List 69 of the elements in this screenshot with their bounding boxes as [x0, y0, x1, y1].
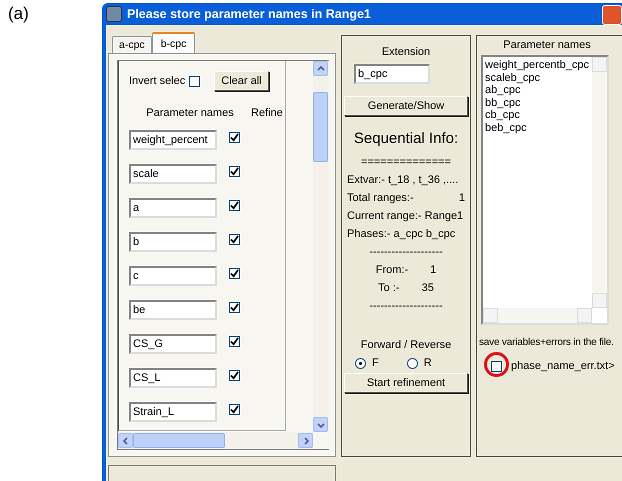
file-name-label: phase_name_err.txt>: [511, 360, 615, 372]
checkbox[interactable]: [229, 234, 240, 244]
separator-text: ==============: [361, 156, 451, 168]
parameter-field[interactable]: scale: [129, 164, 217, 184]
checkbox[interactable]: [491, 360, 502, 372]
horizontal-scrollbar[interactable]: [118, 432, 313, 449]
parameter-field[interactable]: b: [129, 232, 217, 252]
parameter-field[interactable]: be: [129, 300, 217, 320]
extension-field[interactable]: b_cpc: [354, 64, 430, 84]
parameter-field[interactable]: a: [129, 198, 217, 218]
parameter-field[interactable]: CS_G: [129, 334, 217, 354]
info-text: Phases:- a_cpc b_cpc: [347, 228, 456, 240]
vertical-scrollbar[interactable]: [592, 57, 607, 308]
info-text: Extvar:- t_18 , t_36 ,....: [347, 174, 458, 186]
info-label: To :-: [378, 282, 400, 294]
close-button[interactable]: [602, 5, 622, 25]
checkbox[interactable]: [229, 404, 240, 414]
list-item[interactable]: ab_cpc: [485, 84, 590, 96]
parameter-field[interactable]: weight_percent: [129, 130, 217, 150]
info-label: From:-: [376, 264, 408, 276]
figure-label: (a): [8, 4, 29, 24]
scroll-thumb[interactable]: [133, 433, 225, 448]
tab[interactable]: b-cpc: [152, 32, 196, 53]
chevron-icon: [316, 64, 324, 72]
window-title: Please store parameter names in Range1: [127, 7, 371, 21]
separator-text: --------------------: [369, 300, 443, 312]
info-text: Current range:- Range1: [347, 210, 464, 222]
separator-text: --------------------: [369, 246, 443, 258]
list-item[interactable]: bb_cpc: [485, 96, 590, 109]
checkbox[interactable]: [229, 166, 240, 176]
extension-label: Extension: [382, 46, 430, 58]
direction-label: Forward / Reverse: [360, 339, 452, 351]
list-item[interactable]: scaleb_cpc: [485, 72, 590, 84]
checkbox[interactable]: [229, 268, 240, 278]
tab[interactable]: a-cpc: [112, 36, 152, 53]
info-value: 35: [422, 282, 434, 294]
checkbox[interactable]: [229, 336, 240, 346]
parameter-field[interactable]: Strain_L: [129, 402, 217, 422]
checkbox[interactable]: [229, 302, 240, 312]
generate-button[interactable]: Generate/Show: [344, 96, 468, 116]
radio-label: R: [424, 357, 432, 369]
vertical-scrollbar[interactable]: [313, 61, 329, 432]
clear-all-button[interactable]: Clear all: [214, 71, 269, 91]
radio-button[interactable]: [406, 358, 418, 368]
invert-label: Invert selec: [129, 75, 186, 87]
list-item[interactable]: beb_cpc: [485, 122, 590, 134]
radio-label: F: [372, 357, 379, 369]
list-item[interactable]: cb_cpc: [485, 109, 590, 122]
list-item[interactable]: weight_percentb_cpc: [485, 59, 590, 72]
column-header: Refine: [251, 107, 283, 119]
save-caption: save variables+errors in the file.: [479, 337, 615, 348]
parameter-field[interactable]: c: [129, 266, 217, 286]
checkbox[interactable]: [229, 370, 240, 380]
scroll-thumb[interactable]: [313, 92, 328, 162]
radio-button[interactable]: [355, 358, 366, 368]
chevron-icon: [122, 436, 130, 444]
panel-title: Parameter names: [502, 39, 592, 51]
info-title: Sequential Info:: [354, 130, 458, 147]
checkbox[interactable]: [189, 76, 200, 86]
checkbox[interactable]: [229, 132, 240, 142]
start-refinement-button[interactable]: Start refinement: [344, 373, 468, 393]
info-value: 1: [430, 264, 436, 276]
parameter-field[interactable]: CS_L: [129, 368, 217, 388]
info-value: 1: [458, 192, 465, 204]
app-icon: [106, 6, 122, 22]
horizontal-scrollbar[interactable]: [483, 308, 592, 323]
checkbox[interactable]: [229, 200, 240, 210]
column-header: Parameter names: [145, 107, 235, 119]
info-label: Total ranges:-: [347, 192, 414, 204]
